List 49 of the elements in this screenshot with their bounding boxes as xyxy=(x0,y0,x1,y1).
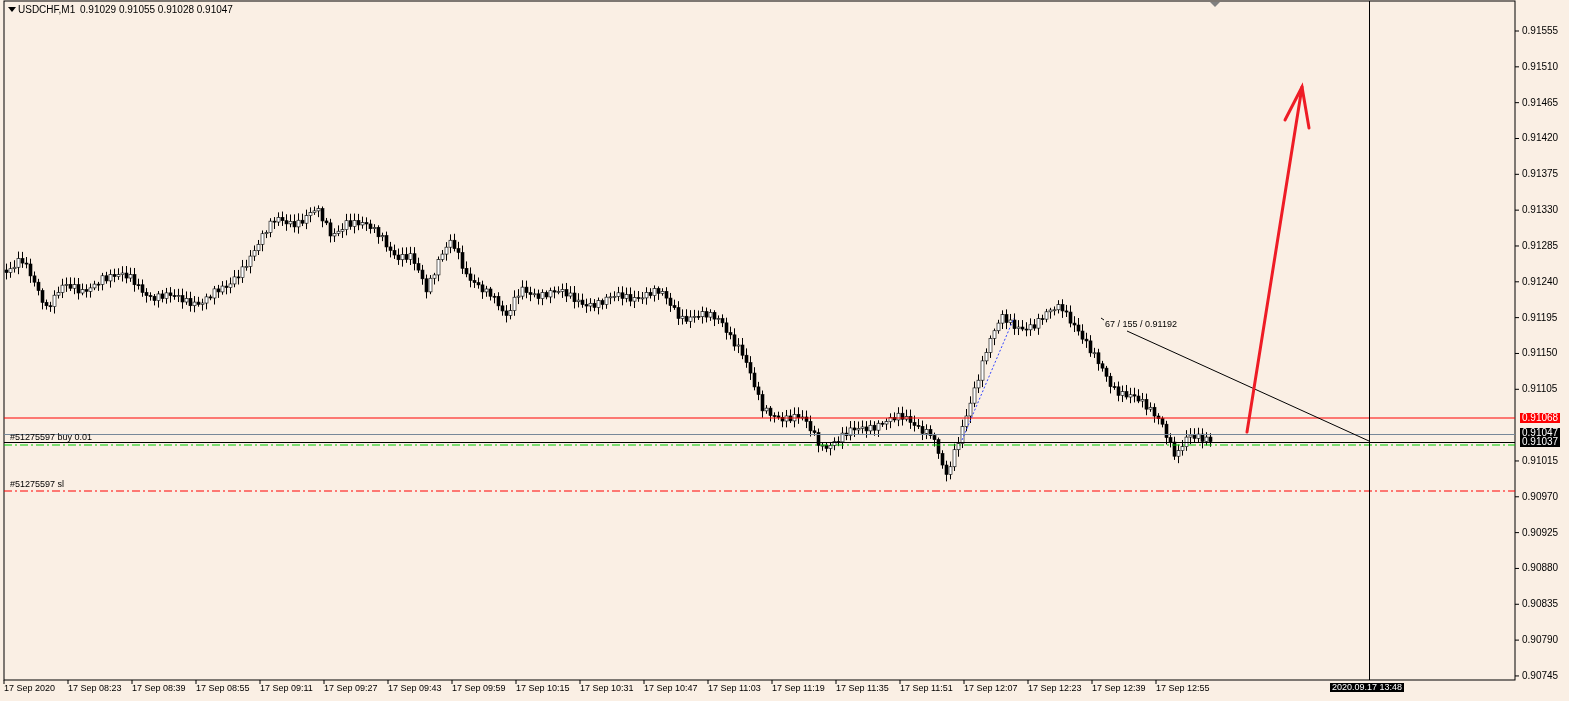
price-tag: 0.91037 xyxy=(1520,437,1560,447)
price-axis-label: 0.90880 xyxy=(1522,563,1559,574)
symbol-title: USDCHF,M1 xyxy=(18,5,76,15)
time-axis-label: 17 Sep 08:23 xyxy=(68,684,122,693)
price-axis-label: 0.90835 xyxy=(1522,599,1559,610)
price-axis-label: 0.91465 xyxy=(1522,97,1559,108)
price-axis-label: 0.91195 xyxy=(1522,312,1558,323)
time-axis-label: 17 Sep 08:55 xyxy=(196,684,250,693)
price-axis-label: 0.90925 xyxy=(1522,527,1559,538)
price-axis-label: 0.91330 xyxy=(1522,205,1559,216)
price-axis-label: 0.91555 xyxy=(1522,26,1559,36)
time-axis-label: 17 Sep 12:55 xyxy=(1156,684,1210,693)
dropdown-icon[interactable] xyxy=(8,7,16,12)
time-axis-label: 17 Sep 12:07 xyxy=(964,684,1018,693)
price-axis-label: 0.90790 xyxy=(1522,635,1559,646)
trendline-label: 67 / 155 / 0.91192 xyxy=(1105,320,1177,329)
shift-marker-icon xyxy=(1210,2,1220,7)
time-axis-label: 17 Sep 11:03 xyxy=(708,684,761,693)
price-tag: 0.91047 xyxy=(1520,428,1560,438)
time-axis-label: 17 Sep 2020 xyxy=(4,684,56,693)
time-axis-label: 17 Sep 12:23 xyxy=(1028,684,1082,693)
time-axis-label: 17 Sep 11:35 xyxy=(836,684,889,693)
time-axis-label: 17 Sep 09:59 xyxy=(452,684,506,693)
price-tag: 0.91068 xyxy=(1520,413,1560,423)
time-axis-label: 17 Sep 10:47 xyxy=(644,684,698,693)
time-axis-label: 17 Sep 11:51 xyxy=(900,684,953,693)
time-axis-label: 17 Sep 09:43 xyxy=(388,684,442,693)
cursor-time-label: 2020.09.17 13:48 xyxy=(1330,683,1405,692)
ohlc-values: 0.91029 0.91055 0.91028 0.91047 xyxy=(80,5,233,15)
tick-mark-icon xyxy=(1100,317,1105,321)
price-axis-label: 0.91375 xyxy=(1522,169,1559,180)
time-axis-label: 17 Sep 10:31 xyxy=(580,684,634,693)
price-axis-label: 0.91420 xyxy=(1522,133,1559,144)
price-axis-label: 0.90745 xyxy=(1522,670,1559,681)
price-axis-label: 0.90970 xyxy=(1522,491,1559,502)
time-axis-label: 17 Sep 11:19 xyxy=(772,684,825,693)
time-axis-label: 17 Sep 09:27 xyxy=(324,684,378,693)
price-axis-label: 0.91150 xyxy=(1522,348,1558,359)
price-axis-label: 0.91240 xyxy=(1522,276,1559,287)
time-axis-label: 17 Sep 09:11 xyxy=(260,684,313,693)
price-axis-label: 0.91285 xyxy=(1522,240,1559,251)
price-axis-label: 0.91015 xyxy=(1522,455,1559,466)
time-axis-label: 17 Sep 10:15 xyxy=(516,684,570,693)
price-axis-label: 0.91510 xyxy=(1522,61,1559,72)
time-axis-label: 17 Sep 12:39 xyxy=(1092,684,1146,693)
order-label: #51275597 buy 0.01 xyxy=(10,433,93,442)
order-label: #51275597 sl xyxy=(10,480,65,489)
time-axis-label: 17 Sep 08:39 xyxy=(132,684,186,693)
price-axis-label: 0.91105 xyxy=(1522,384,1558,395)
